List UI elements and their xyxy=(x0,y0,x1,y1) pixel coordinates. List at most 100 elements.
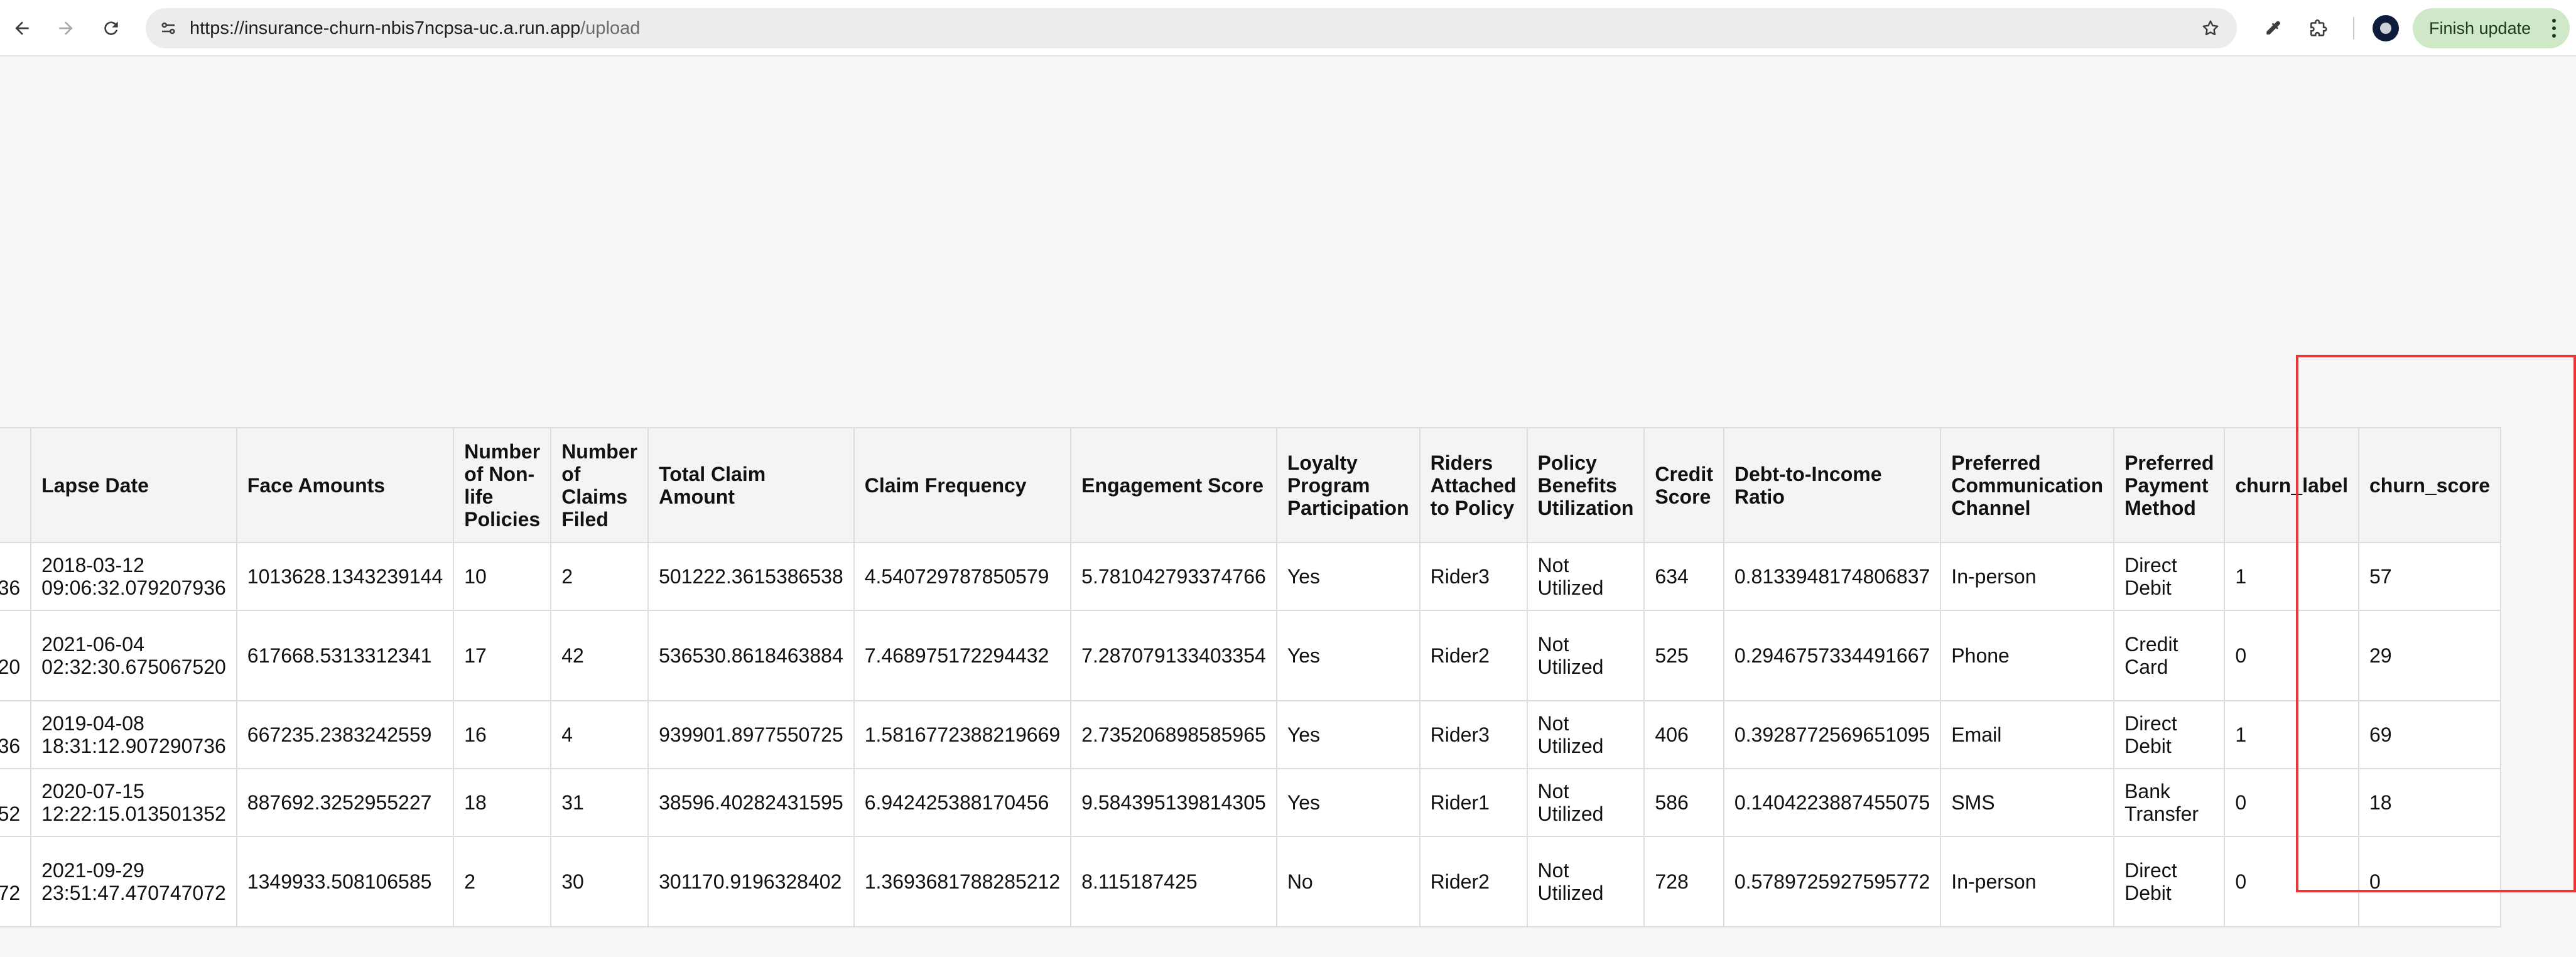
table-cell: 2021-09-29 23:51:47.470747072 xyxy=(30,836,237,927)
site-info-icon xyxy=(161,22,175,35)
table-cell: Not Utilized xyxy=(1526,700,1645,769)
reload-icon xyxy=(104,21,118,35)
table-cell: 5.781042793374766 xyxy=(1070,542,1277,611)
table-cell: 0.2946757334491667 xyxy=(1723,610,1942,701)
table-cell: Direct Debit xyxy=(2113,836,2226,927)
star-icon xyxy=(2202,20,2219,36)
table-cell: Credit Card xyxy=(2113,610,2226,701)
table-cell: 17 xyxy=(453,610,552,701)
back-button[interactable] xyxy=(8,14,36,43)
url-path: /upload xyxy=(580,18,641,38)
table-cell: 586 xyxy=(1643,768,1724,837)
churn-label-cell: 0 xyxy=(2224,768,2359,837)
table-cell: 667235.2383242559 xyxy=(235,700,455,769)
column-header-churn-label: churn_label xyxy=(2224,427,2359,543)
table-cell: 10 xyxy=(453,542,552,611)
address-bar[interactable]: https://insurance-churn-nbis7ncpsa-uc.a.… xyxy=(146,8,2237,48)
table-cell: Phone xyxy=(1940,610,2115,701)
table-cell: Yes xyxy=(1275,700,1421,769)
table-cell: 939901.8977550725 xyxy=(647,700,855,769)
table-cell: 2.735206898585965 xyxy=(1070,700,1277,769)
finish-update-label: Finish update xyxy=(2429,18,2531,38)
table-cell: 887692.3252955227 xyxy=(235,768,455,837)
table-cell: 30 xyxy=(550,836,649,927)
table-cell: 0.8133948174806837 xyxy=(1723,542,1942,611)
table-cell: 406 xyxy=(1643,700,1724,769)
column-header-churn-score: churn_score xyxy=(2357,427,2502,543)
table-cell: Rider3 xyxy=(1419,700,1528,769)
table-cell: Rider2 xyxy=(1419,610,1528,701)
forward-icon xyxy=(59,21,73,35)
table-cell: 501222.3615386538 xyxy=(647,542,855,611)
table-cell: 38596.40282431595 xyxy=(647,768,855,837)
column-header: Policy Benefits Utilization xyxy=(1526,427,1645,543)
table-cell: 634 xyxy=(1643,542,1724,611)
table-cell: Rider2 xyxy=(1419,836,1528,927)
column-header: Lapse Date xyxy=(30,427,237,543)
site-info-button[interactable] xyxy=(157,17,180,40)
table-cell: Direct Debit xyxy=(2113,542,2226,611)
more-vert-icon xyxy=(2551,17,2557,40)
table-cell: 4 xyxy=(550,700,649,769)
table-cell: Bank Transfer xyxy=(2113,768,2226,837)
url-text[interactable]: https://insurance-churn-nbis7ncpsa-uc.a.… xyxy=(190,8,640,48)
extensions-icon xyxy=(2310,19,2327,36)
table-cell: 1.3693681788285212 xyxy=(853,836,1072,927)
churn-label-cell: 1 xyxy=(2224,542,2359,611)
table-row: 15 470747072 2021-09-29 23:51:47.4707470… xyxy=(0,836,2502,927)
table-cell: 9.584395139814305 xyxy=(1070,768,1277,837)
column-header: Face Amounts xyxy=(235,427,455,543)
table-cell: 301170.9196328402 xyxy=(647,836,855,927)
table-cell: Not Utilized xyxy=(1526,610,1645,701)
column-header: Total Claim Amount xyxy=(647,427,855,543)
column-header: Number of Non-life Policies xyxy=(453,427,552,543)
table-cell: 2018-03-12 09:06:32.079207936 xyxy=(30,542,237,611)
churn-score-cell: 18 xyxy=(2357,768,2502,837)
column-header: Credit Score xyxy=(1643,427,1724,543)
table-cell: 18 xyxy=(453,768,552,837)
reload-button[interactable] xyxy=(97,14,126,43)
column-header: Debt-to-Income Ratio xyxy=(1723,427,1942,543)
column-header: Preferred Payment Method xyxy=(2113,427,2226,543)
table-cell: 01 079207936 xyxy=(0,542,32,611)
table-cell: 525 xyxy=(1643,610,1724,701)
table-cell: Email xyxy=(1940,700,2115,769)
churn-score-cell: 57 xyxy=(2357,542,2502,611)
table-cell: Not Utilized xyxy=(1526,542,1645,611)
table-cell: 7.468975172294432 xyxy=(853,610,1072,701)
table-cell: Yes xyxy=(1275,542,1421,611)
table-cell: 2 xyxy=(550,542,649,611)
extensions-button[interactable] xyxy=(2305,14,2334,43)
page-content: ate Lapse Date Face Amounts Number of No… xyxy=(0,58,2576,957)
table-cell: 7.287079133403354 xyxy=(1070,610,1277,701)
bookmark-star-button[interactable] xyxy=(2199,17,2222,40)
table-cell: 2019-04-08 18:31:12.907290736 xyxy=(30,700,237,769)
table-row: 09 013501352 2020-07-15 12:22:15.0135013… xyxy=(0,768,2502,837)
column-header: Number of Claims Filed xyxy=(550,427,649,543)
table-cell: 15 470747072 xyxy=(0,836,32,927)
table-cell: SMS xyxy=(1940,768,2115,837)
churn-score-cell: 0 xyxy=(2357,836,2502,927)
churn-label-cell: 1 xyxy=(2224,700,2359,769)
table-header-row: ate Lapse Date Face Amounts Number of No… xyxy=(0,427,2502,543)
churn-label-cell: 0 xyxy=(2224,610,2359,701)
table-cell: 16 xyxy=(453,700,552,769)
table-cell: 2020-07-15 12:22:15.013501352 xyxy=(30,768,237,837)
churn-score-cell: 69 xyxy=(2357,700,2502,769)
column-header: Preferred Communication Channel xyxy=(1940,427,2115,543)
finish-update-button[interactable]: Finish update xyxy=(2413,8,2570,48)
table-cell: Rider3 xyxy=(1419,542,1528,611)
table-cell: 0.1404223887455075 xyxy=(1723,768,1942,837)
table-cell: 2 xyxy=(453,836,552,927)
table-cell: 21 907290736 xyxy=(0,700,32,769)
eyedropper-button[interactable] xyxy=(2258,14,2287,43)
column-header: ate xyxy=(0,427,32,543)
forward-button[interactable] xyxy=(51,14,80,43)
churn-label-cell: 0 xyxy=(2224,836,2359,927)
profile-avatar[interactable] xyxy=(2373,15,2399,41)
table-cell: 728 xyxy=(1643,836,1724,927)
table-cell: Direct Debit xyxy=(2113,700,2226,769)
table-cell: 2021-06-04 02:32:30.675067520 xyxy=(30,610,237,701)
table-cell: 0.3928772569651095 xyxy=(1723,700,1942,769)
table-cell: 8.115187425 xyxy=(1070,836,1277,927)
